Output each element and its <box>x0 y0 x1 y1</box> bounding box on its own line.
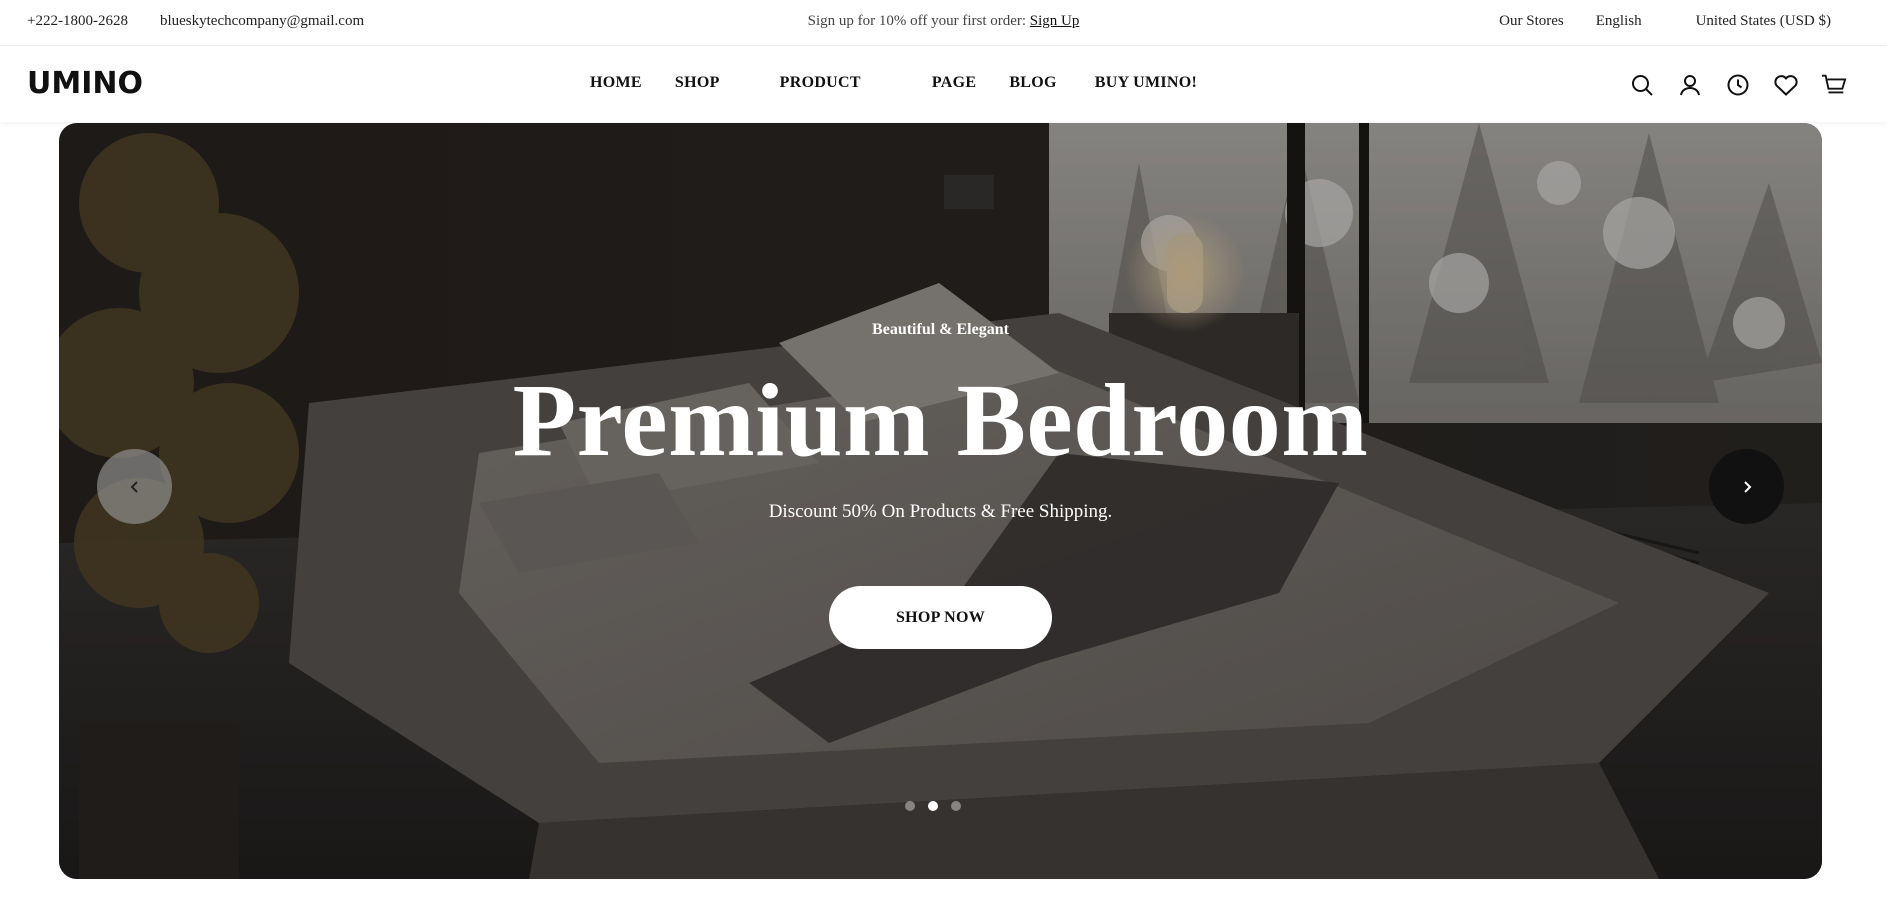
nav-product[interactable]: PRODUCT <box>780 74 861 92</box>
our-stores-link[interactable]: Our Stores <box>1499 13 1564 30</box>
slide-dot[interactable] <box>951 801 961 811</box>
history-icon[interactable] <box>1725 72 1751 98</box>
main-header: UMINO HOME SHOP PRODUCT PAGE BLOG BUY UM… <box>0 47 1887 122</box>
language-selector[interactable]: English <box>1596 13 1642 30</box>
slide-dot-active[interactable] <box>928 801 938 811</box>
slider-prev-button[interactable] <box>97 449 172 524</box>
account-icon[interactable] <box>1677 72 1703 98</box>
currency-selector[interactable]: United States (USD $) <box>1696 13 1831 30</box>
main-nav: HOME SHOP PRODUCT PAGE BLOG BUY UMINO! <box>590 74 1197 92</box>
slider-next-button[interactable] <box>1709 449 1784 524</box>
chevron-right-icon <box>1743 480 1751 493</box>
hero-eyebrow: Beautiful & Elegant <box>872 321 1009 338</box>
wishlist-icon[interactable] <box>1773 72 1799 98</box>
slide-dot[interactable] <box>905 801 915 811</box>
top-bar-utilities: Our Stores English United States (USD $) <box>1499 13 1831 30</box>
shop-now-button[interactable]: SHOP NOW <box>829 586 1052 649</box>
nav-buy-umino[interactable]: BUY UMINO! <box>1095 74 1197 92</box>
hero-slider: Beautiful & Elegant Premium Bedroom Disc… <box>59 123 1822 879</box>
slider-pagination <box>905 801 961 811</box>
chevron-left-icon <box>130 480 138 493</box>
nav-home[interactable]: HOME <box>590 74 642 92</box>
nav-blog[interactable]: BLOG <box>1009 74 1056 92</box>
nav-page[interactable]: PAGE <box>932 74 976 92</box>
brand-logo[interactable]: UMINO <box>27 67 143 101</box>
nav-shop[interactable]: SHOP <box>675 74 720 92</box>
search-icon[interactable] <box>1629 72 1655 98</box>
header-actions <box>1629 72 1847 98</box>
cart-icon[interactable] <box>1821 72 1847 98</box>
top-bar: +222-1800-2628 blueskytechcompany@gmail.… <box>0 0 1887 46</box>
promo-text: Sign up for 10% off your first order: <box>807 13 1030 29</box>
hero-subtitle: Discount 50% On Products & Free Shipping… <box>768 501 1113 522</box>
sign-up-link[interactable]: Sign Up <box>1030 13 1080 29</box>
hero-title: Premium Bedroom <box>512 363 1369 478</box>
